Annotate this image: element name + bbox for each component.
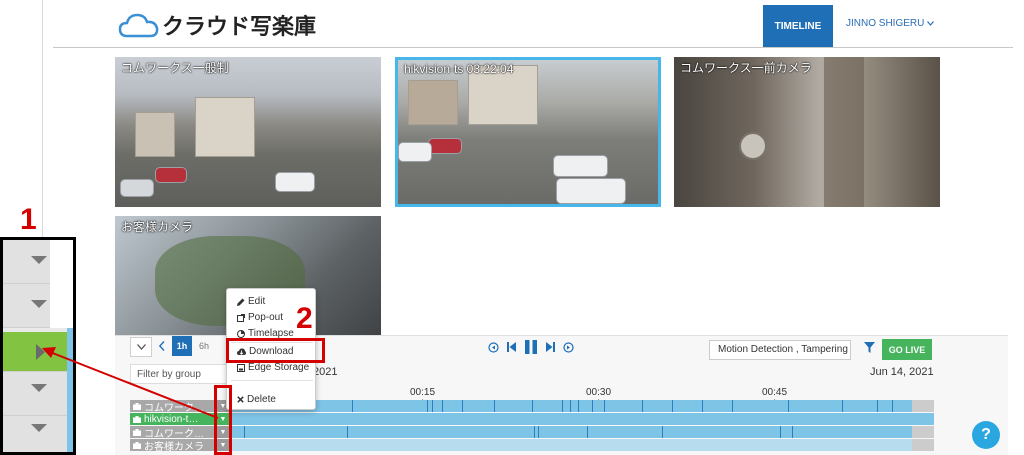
help-button[interactable]: ? <box>972 421 1000 449</box>
annotation-arrow <box>42 347 219 419</box>
